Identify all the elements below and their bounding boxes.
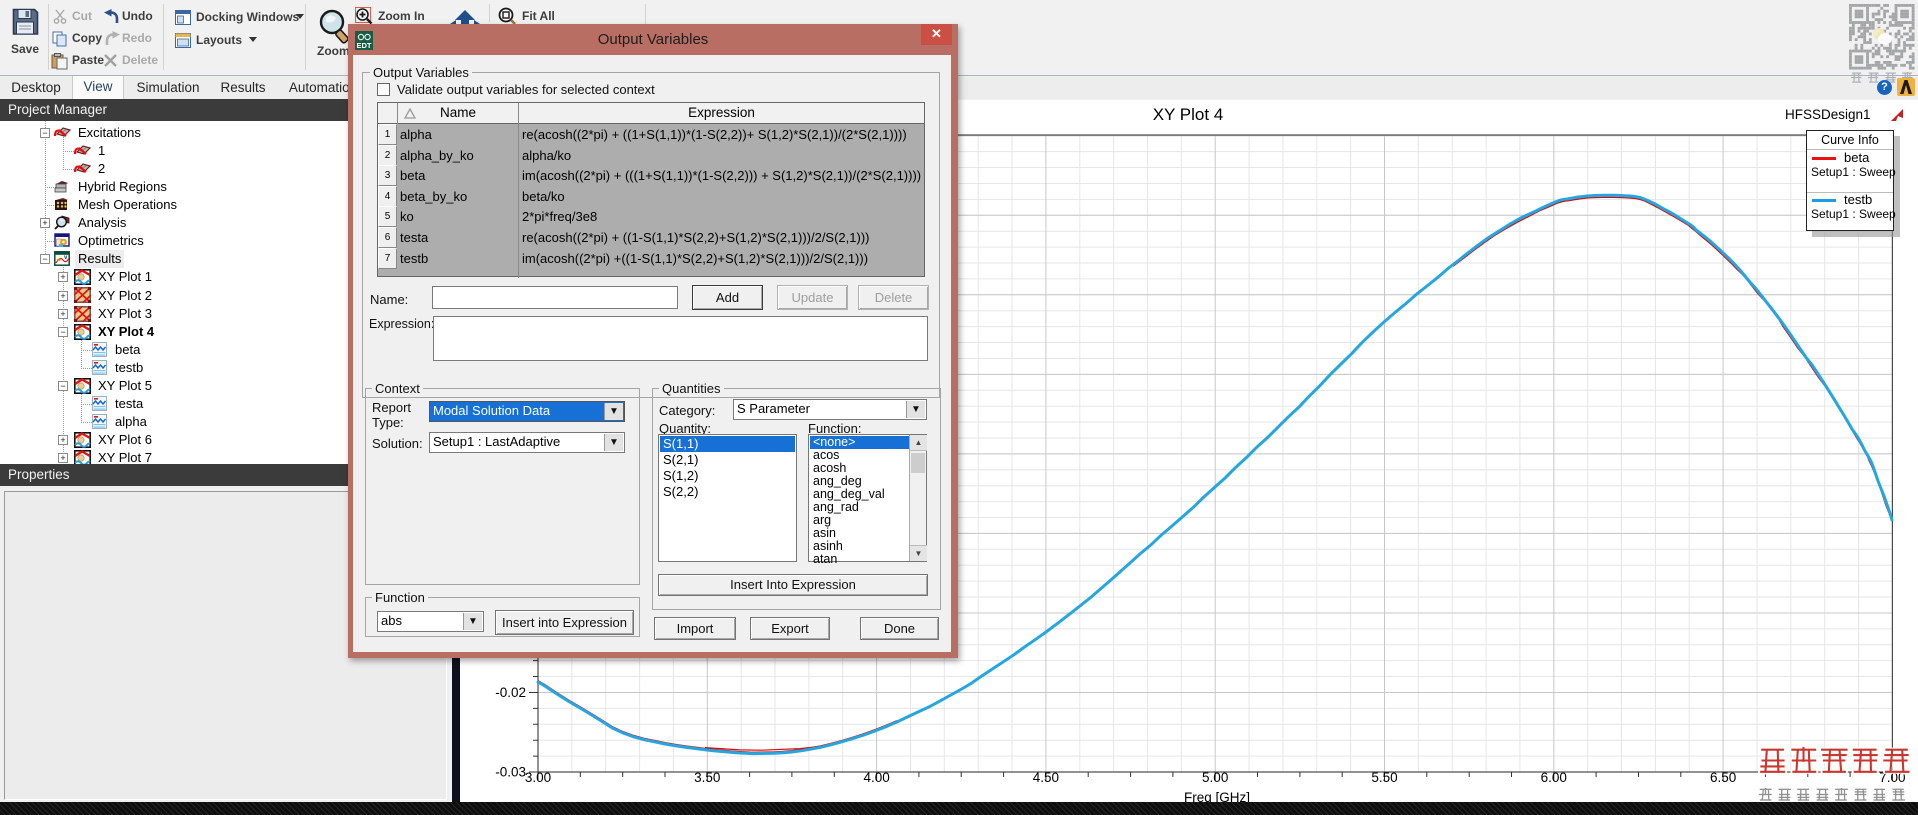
svg-text:EDT: EDT bbox=[357, 41, 372, 50]
svg-text:4.00: 4.00 bbox=[863, 770, 889, 785]
svg-text:-0.02: -0.02 bbox=[495, 685, 526, 700]
svg-text:5.50: 5.50 bbox=[1371, 770, 1397, 785]
svg-text:-0.03: -0.03 bbox=[495, 765, 526, 780]
svg-text:3.50: 3.50 bbox=[694, 770, 720, 785]
svg-text:6.00: 6.00 bbox=[1541, 770, 1567, 785]
svg-text:3.00: 3.00 bbox=[525, 770, 551, 785]
svg-text:6.50: 6.50 bbox=[1710, 770, 1736, 785]
svg-text:5.00: 5.00 bbox=[1202, 770, 1228, 785]
svg-text:4.50: 4.50 bbox=[1033, 770, 1059, 785]
svg-text:Freq [GHz]: Freq [GHz] bbox=[1184, 790, 1250, 802]
